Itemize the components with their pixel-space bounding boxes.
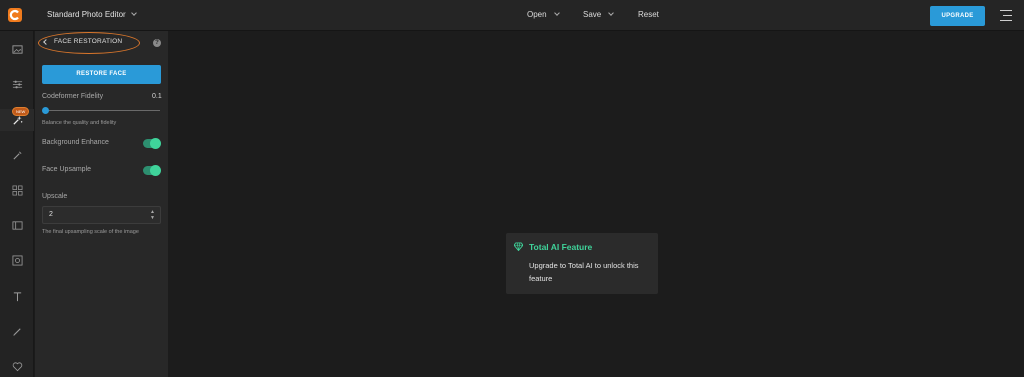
image-icon	[11, 44, 23, 54]
photo-frame-icon	[12, 255, 22, 265]
upscale-select[interactable]: 2 ▲ ▼	[42, 206, 161, 224]
fidelity-slider-handle[interactable]	[42, 107, 49, 114]
reset-label: Reset	[638, 10, 659, 19]
rail-item-retouch[interactable]	[0, 144, 34, 166]
face-restoration-panel: FACE RESTORATION ? RESTORE FACE Codeform…	[35, 31, 168, 377]
rail-item-layout[interactable]	[0, 214, 34, 236]
help-icon[interactable]: ?	[153, 39, 161, 47]
chevron-down-icon	[553, 10, 560, 16]
save-label: Save	[583, 10, 602, 19]
stepper-arrows-icon: ▲ ▼	[150, 209, 155, 221]
save-menu[interactable]: Save	[583, 10, 615, 19]
heart-icon	[12, 361, 22, 371]
rail-item-favorites[interactable]	[0, 355, 34, 377]
panel-title: FACE RESTORATION	[54, 38, 123, 45]
text-icon	[13, 291, 21, 301]
open-menu[interactable]: Open	[527, 10, 560, 19]
total-ai-upgrade-card[interactable]: Total AI Feature Upgrade to Total AI to …	[506, 233, 658, 294]
fidelity-slider-track[interactable]	[44, 110, 160, 111]
new-badge: NEW	[12, 107, 30, 116]
hamburger-menu-icon[interactable]	[1000, 10, 1012, 21]
editor-mode-label: Standard Photo Editor	[47, 10, 126, 19]
app-logo-icon[interactable]	[8, 8, 22, 22]
background-enhance-label: Background Enhance	[42, 139, 109, 146]
face-upsample-toggle[interactable]	[143, 165, 161, 176]
reset-button[interactable]: Reset	[638, 10, 659, 19]
upscale-value: 2	[49, 211, 53, 218]
open-label: Open	[527, 10, 547, 19]
upgrade-button[interactable]: UPGRADE	[930, 6, 985, 26]
ai-card-body: Upgrade to Total AI to unlock this featu…	[529, 261, 639, 283]
rail-item-collage[interactable]	[0, 179, 34, 201]
frame-icon	[12, 220, 22, 230]
adjust-sliders-icon	[12, 80, 22, 88]
rail-item-frames[interactable]	[0, 249, 34, 271]
chevron-down-icon	[608, 10, 615, 16]
upscale-label: Upscale	[42, 193, 68, 200]
wand-icon	[12, 151, 21, 160]
face-upsample-label: Face Upsample	[42, 166, 92, 173]
ai-card-title: Total AI Feature	[529, 242, 593, 252]
fidelity-value: 0.1	[152, 93, 162, 100]
rail-item-ai[interactable]: NEW	[0, 107, 34, 131]
rail-item-draw[interactable]	[0, 320, 34, 342]
rail-item-adjust[interactable]	[0, 73, 34, 95]
brush-icon	[12, 327, 21, 336]
grid-icon	[12, 185, 22, 195]
editor-canvas[interactable]	[168, 31, 1024, 377]
rail-item-text[interactable]	[0, 285, 34, 307]
top-bar: Standard Photo Editor Open Save Reset UP…	[0, 0, 1024, 31]
restore-face-button[interactable]: RESTORE FACE	[42, 65, 161, 84]
fidelity-hint: Balance the quality and fidelity	[42, 120, 117, 126]
diamond-icon	[514, 242, 523, 251]
fidelity-label: Codeformer Fidelity	[42, 93, 104, 100]
chevron-down-icon	[130, 10, 137, 16]
upscale-hint: The final upsampling scale of the image	[42, 229, 139, 235]
tool-rail: NEW	[0, 31, 34, 377]
rail-item-image[interactable]	[0, 38, 34, 60]
editor-mode-dropdown[interactable]: Standard Photo Editor	[47, 10, 137, 19]
background-enhance-toggle[interactable]	[143, 138, 161, 149]
ai-magic-icon	[12, 115, 22, 125]
